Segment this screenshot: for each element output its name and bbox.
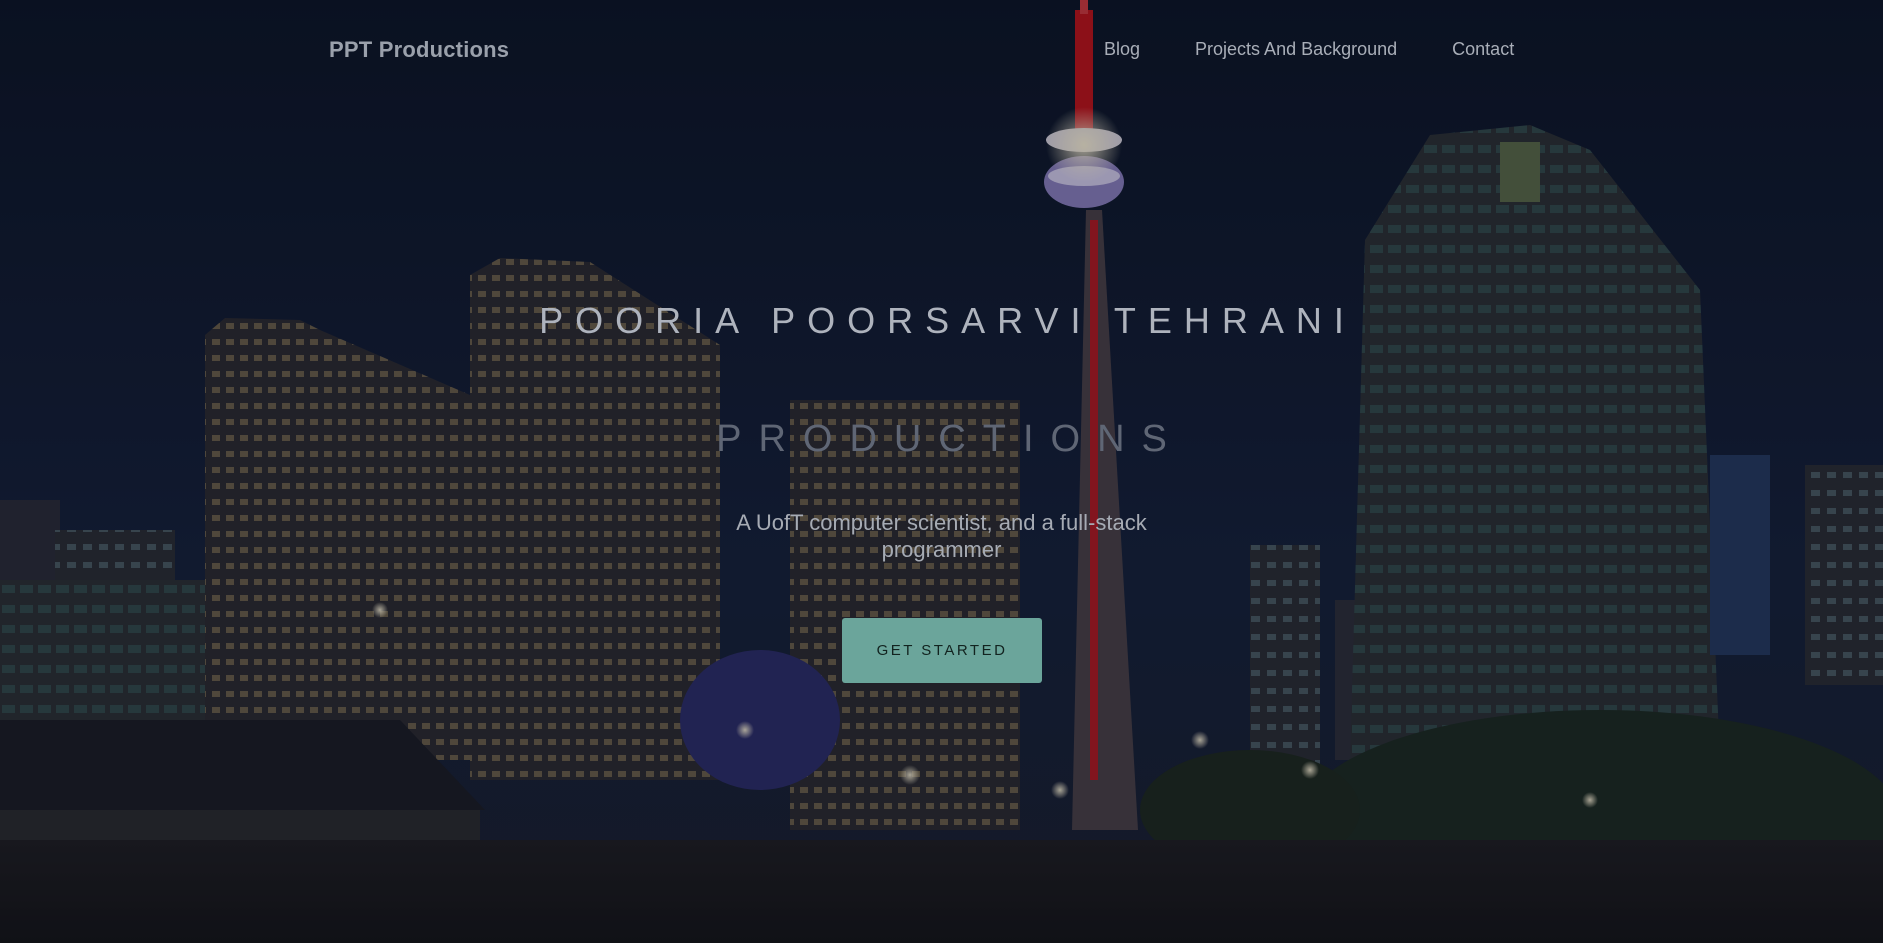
- hero-tagline: A UofT computer scientist, and a full-st…: [736, 510, 1147, 562]
- navbar: PPT Productions Blog Projects And Backgr…: [0, 0, 1883, 100]
- hero-section: PPT Productions Blog Projects And Backgr…: [0, 0, 1883, 943]
- get-started-button[interactable]: GET STARTED: [842, 618, 1042, 683]
- nav-link-blog[interactable]: Blog: [1104, 39, 1140, 60]
- hero-content: POORIA POORSARVI TEHRANI PRODUCTIONS A U…: [0, 0, 1883, 943]
- brand-logo-link[interactable]: PPT Productions: [329, 37, 509, 63]
- nav-link-projects-and-background[interactable]: Projects And Background: [1195, 39, 1397, 60]
- nav-link-contact[interactable]: Contact: [1452, 39, 1514, 60]
- hero-title: POORIA POORSARVI TEHRANI: [539, 300, 1356, 341]
- nav-links: Blog Projects And Background Contact: [1090, 39, 1569, 60]
- hero-subtitle: PRODUCTIONS: [716, 418, 1184, 460]
